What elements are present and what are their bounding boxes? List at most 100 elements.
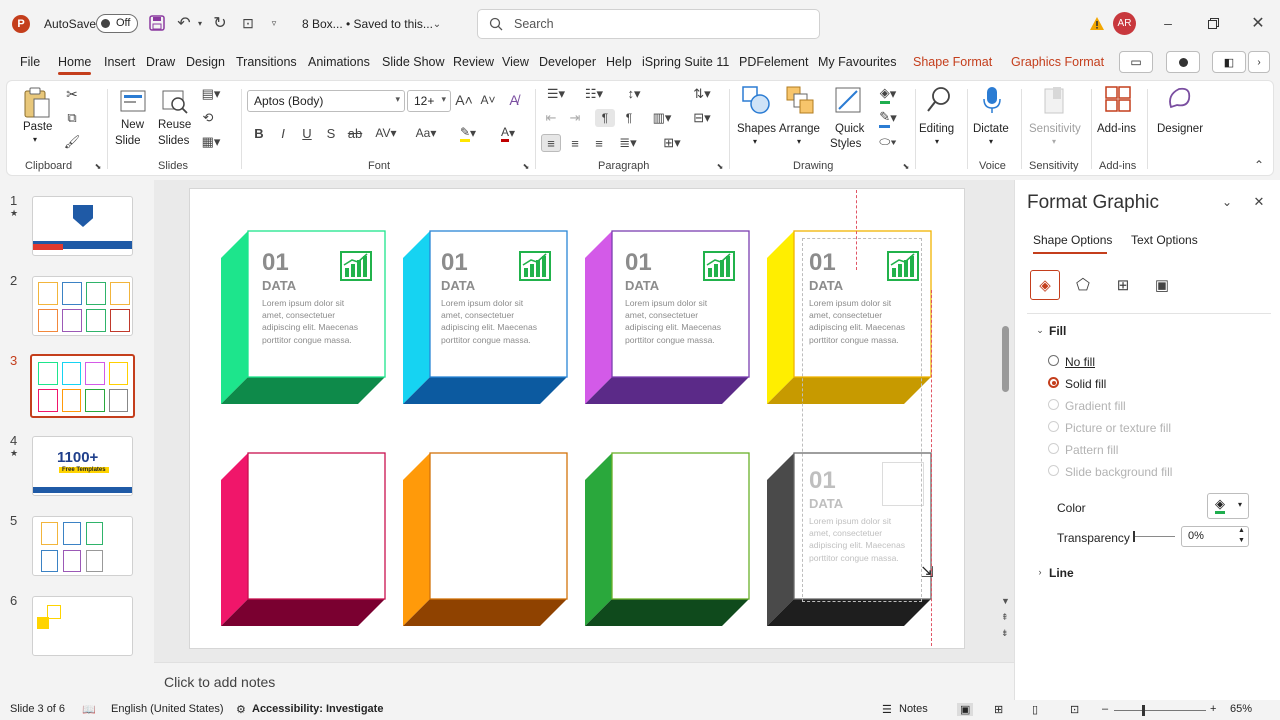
spelling-icon[interactable]: 📖 bbox=[82, 703, 96, 716]
tab-transitions[interactable]: Transitions bbox=[236, 55, 297, 69]
underline-icon[interactable]: U bbox=[299, 124, 315, 142]
language-label[interactable]: English (United States) bbox=[111, 703, 224, 715]
change-case-icon[interactable]: Aa▾ bbox=[411, 124, 441, 142]
box-1-description[interactable]: Lorem ipsum dolor sit amet, consectetuer a… bbox=[262, 297, 358, 346]
share-button[interactable]: ◧ bbox=[1212, 51, 1246, 73]
slide-thumbnail-1[interactable] bbox=[32, 196, 133, 256]
tab-file[interactable]: File bbox=[20, 55, 40, 69]
presentation-icon[interactable]: ⊡ bbox=[239, 14, 257, 32]
cut-icon[interactable]: ✂ bbox=[63, 85, 81, 103]
format-painter-icon[interactable]: 🖌 bbox=[63, 133, 81, 151]
text-direction-icon[interactable]: ⇅▾ bbox=[687, 85, 717, 103]
justify-icon[interactable]: ≣▾ bbox=[613, 134, 643, 152]
clear-formatting-icon[interactable]: A̸ bbox=[505, 91, 523, 109]
line-section-title[interactable]: Line bbox=[1049, 566, 1074, 580]
notes-button[interactable]: Notes bbox=[899, 703, 928, 715]
size-properties-icon[interactable]: ⊞ bbox=[1113, 275, 1133, 295]
font-color-icon[interactable]: A ▾ bbox=[493, 124, 523, 142]
minimize-icon[interactable]: – bbox=[1160, 14, 1176, 32]
slide-sorter-icon[interactable]: ⊞ bbox=[994, 703, 1003, 716]
box-pink[interactable] bbox=[221, 452, 386, 626]
scroll-down-icon[interactable]: ▼ bbox=[1001, 596, 1010, 606]
quick-styles-button[interactable]: Quick Styles bbox=[825, 85, 871, 150]
tab-shape-format[interactable]: Shape Format bbox=[913, 55, 992, 69]
title-dropdown-icon[interactable]: ⌄ bbox=[430, 15, 444, 33]
layout-icon[interactable]: ▤▾ bbox=[199, 85, 223, 103]
slide-thumbnail-5[interactable] bbox=[32, 516, 133, 576]
slide-thumbnail-3[interactable] bbox=[30, 354, 135, 418]
reading-view-icon[interactable]: ▯ bbox=[1032, 703, 1038, 716]
record-button[interactable] bbox=[1166, 51, 1200, 73]
tab-insert[interactable]: Insert bbox=[104, 55, 135, 69]
character-spacing-icon[interactable]: AV▾ bbox=[371, 124, 401, 142]
box-1-title[interactable]: DATA bbox=[262, 278, 296, 293]
pane-options-icon[interactable]: ⌄ bbox=[1219, 194, 1235, 210]
sensitivity-button[interactable]: Sensitivity ▾ bbox=[1027, 85, 1083, 149]
picture-icon[interactable]: ▣ bbox=[1152, 275, 1172, 295]
shape-fill-icon[interactable]: ◈ ▾ bbox=[873, 85, 903, 104]
box-darkgreen[interactable] bbox=[585, 452, 750, 626]
smartart-icon[interactable]: ⊞▾ bbox=[657, 134, 687, 152]
tab-developer[interactable]: Developer bbox=[539, 55, 596, 69]
tab-slide-show[interactable]: Slide Show bbox=[382, 55, 445, 69]
no-fill-radio[interactable] bbox=[1048, 355, 1059, 366]
line-expand-icon[interactable]: › bbox=[1035, 565, 1045, 579]
tab-view[interactable]: View bbox=[502, 55, 529, 69]
search-box[interactable]: Search bbox=[477, 9, 820, 39]
fill-line-tab[interactable]: ◈ bbox=[1030, 270, 1060, 300]
copy-icon[interactable]: ⧉ bbox=[63, 109, 81, 127]
paste-button[interactable]: Paste ▾ bbox=[19, 87, 55, 147]
bullets-icon[interactable]: ☰▾ bbox=[541, 85, 571, 103]
dictate-button[interactable]: Dictate ▾ bbox=[971, 85, 1013, 149]
close-pane-icon[interactable]: ✕ bbox=[1251, 194, 1267, 210]
box-orange[interactable] bbox=[403, 452, 568, 626]
save-icon[interactable] bbox=[148, 14, 166, 32]
align-center-icon[interactable]: ≡ bbox=[565, 134, 585, 152]
zoom-out-icon[interactable]: – bbox=[1102, 703, 1108, 715]
box-2-number[interactable]: 01 bbox=[441, 249, 468, 277]
slide-thumbnail-2[interactable] bbox=[32, 276, 133, 336]
reset-icon[interactable]: ⟲ bbox=[199, 109, 217, 127]
tab-animations[interactable]: Animations bbox=[308, 55, 370, 69]
close-window-icon[interactable]: ✕ bbox=[1250, 14, 1266, 32]
addins-button[interactable]: Add-ins bbox=[1095, 85, 1141, 149]
shape-outline-icon[interactable]: ✎ ▾ bbox=[873, 109, 903, 128]
notes-pane[interactable]: Click to add notes bbox=[154, 662, 1014, 700]
section-icon[interactable]: ▦▾ bbox=[199, 133, 223, 151]
increase-indent-icon[interactable]: ⇥ bbox=[565, 109, 585, 127]
spin-down-icon[interactable]: ▼ bbox=[1238, 537, 1245, 544]
shadow-icon[interactable]: S bbox=[323, 124, 339, 142]
arrange-button[interactable]: Arrange ▾ bbox=[777, 85, 823, 149]
shapes-button[interactable]: Shapes ▾ bbox=[735, 85, 777, 149]
bold-icon[interactable]: B bbox=[251, 124, 267, 142]
transparency-input[interactable]: 0% ▲ ▼ bbox=[1181, 526, 1249, 547]
autosave-toggle[interactable]: Off bbox=[96, 14, 138, 33]
no-fill-label[interactable]: No fill bbox=[1065, 355, 1095, 369]
fill-collapse-icon[interactable]: ⌄ bbox=[1035, 323, 1045, 337]
ribbon-more-button[interactable]: › bbox=[1248, 51, 1270, 73]
accessibility-label[interactable]: Accessibility: Investigate bbox=[252, 703, 383, 715]
avatar[interactable]: AR bbox=[1113, 12, 1136, 35]
align-left-icon[interactable]: ≡ bbox=[541, 134, 561, 152]
transparency-slider[interactable] bbox=[1133, 531, 1175, 542]
highlight-icon[interactable]: ✎ ▾ bbox=[453, 124, 483, 142]
line-spacing-icon[interactable]: ↕▾ bbox=[619, 85, 649, 103]
editing-button[interactable]: Editing ▾ bbox=[919, 85, 959, 149]
restore-icon[interactable] bbox=[1205, 14, 1221, 32]
box-2-description[interactable]: Lorem ipsum dolor sit amet, consectetuer a… bbox=[441, 297, 537, 346]
numbering-icon[interactable]: ☷▾ bbox=[579, 85, 609, 103]
font-launcher-icon[interactable]: ⬊ bbox=[521, 161, 531, 171]
fill-section-title[interactable]: Fill bbox=[1049, 324, 1066, 338]
tab-ispring[interactable]: iSpring Suite 11 bbox=[642, 55, 729, 69]
tab-review[interactable]: Review bbox=[453, 55, 494, 69]
tab-shape-options[interactable]: Shape Options bbox=[1033, 233, 1112, 247]
strikethrough-icon[interactable]: ab bbox=[347, 124, 363, 142]
zoom-slider-handle[interactable] bbox=[1142, 705, 1145, 716]
font-name-combo[interactable]: Aptos (Body) ▾ bbox=[247, 90, 405, 112]
document-title[interactable]: 8 Box... • Saved to this... bbox=[302, 17, 433, 31]
redo-icon[interactable]: ↻ bbox=[211, 14, 229, 32]
box-3-title[interactable]: DATA bbox=[625, 278, 659, 293]
zoom-level[interactable]: 65% bbox=[1230, 703, 1252, 715]
box-2-title[interactable]: DATA bbox=[441, 278, 475, 293]
reuse-slides-button[interactable]: Reuse Slides bbox=[155, 85, 195, 149]
